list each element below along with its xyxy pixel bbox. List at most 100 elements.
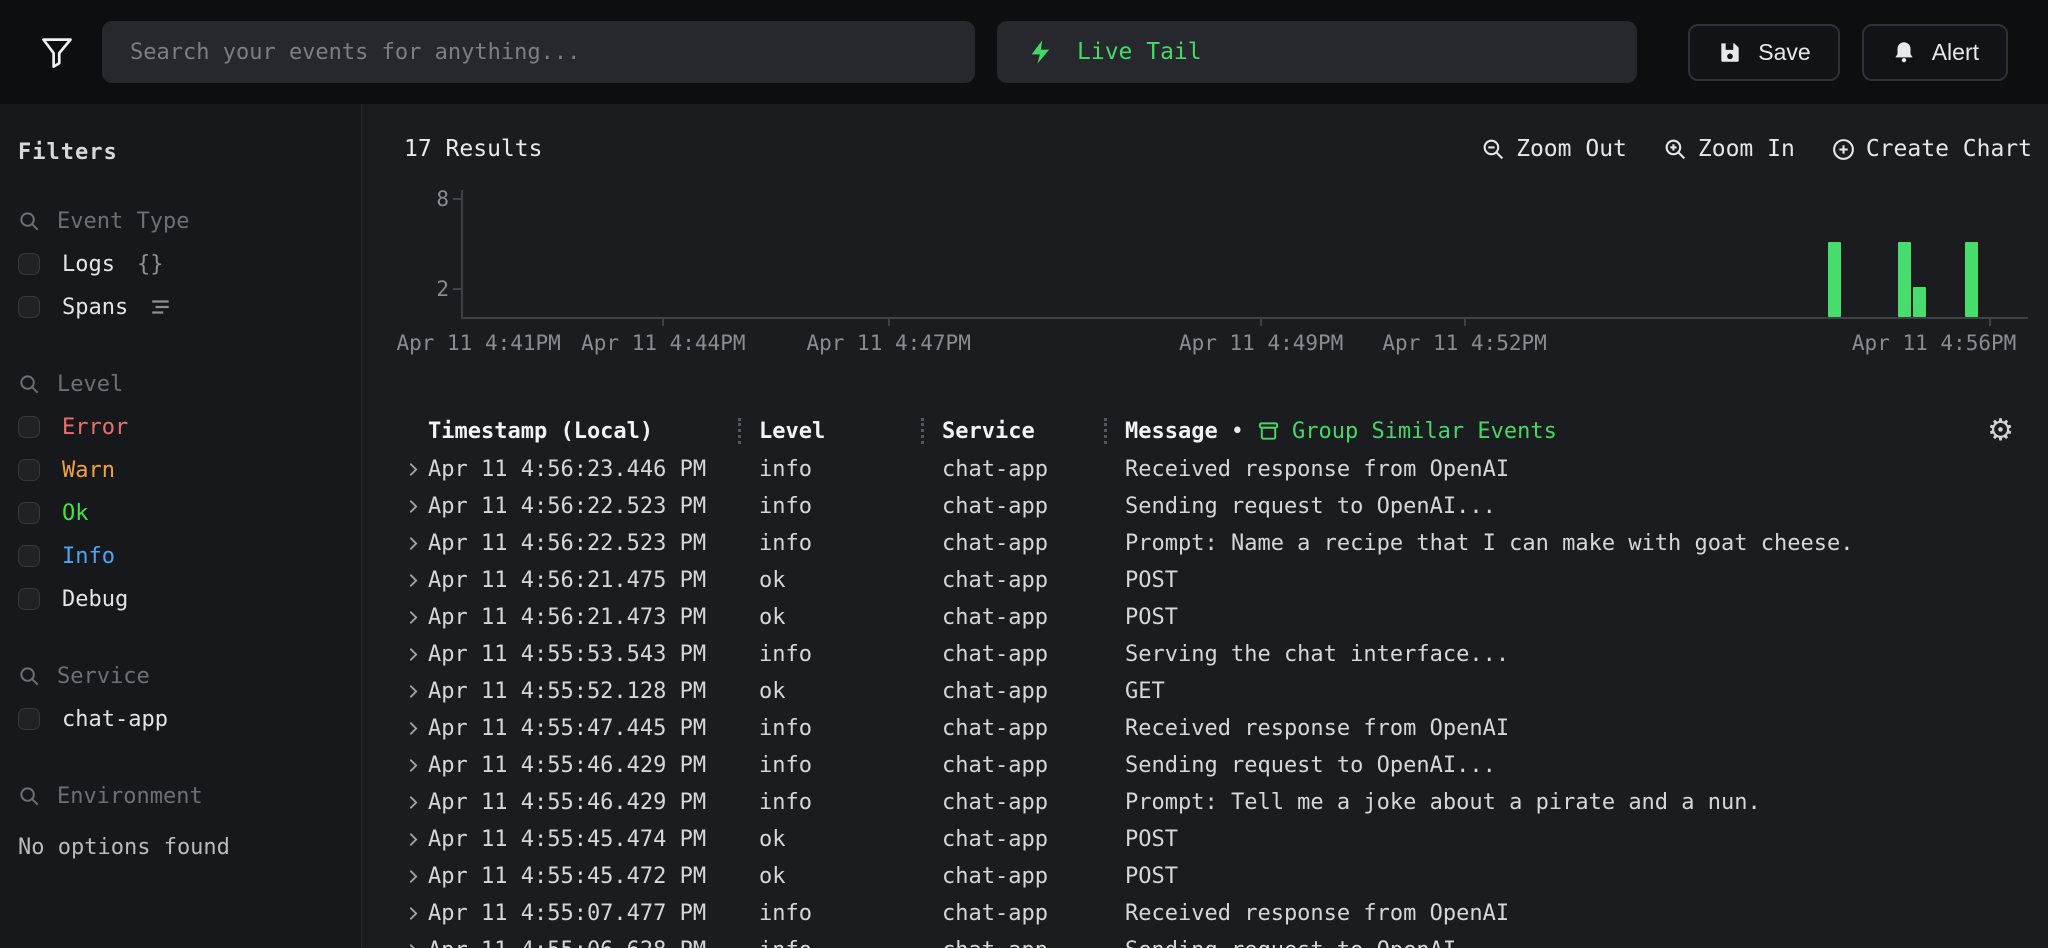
row-timestamp: Apr 11 4:55:07.477 PM [428, 901, 738, 926]
checkbox[interactable] [18, 296, 40, 318]
row-expand-chevron[interactable] [398, 866, 428, 887]
zoom-out-button[interactable]: Zoom Out [1481, 136, 1627, 162]
row-expand-chevron[interactable] [398, 459, 428, 480]
events-histogram[interactable]: 28 Apr 11 4:41PMApr 11 4:44PMApr 11 4:47… [362, 190, 2028, 319]
zoom-in-icon [1663, 137, 1688, 162]
row-expand-chevron[interactable] [398, 533, 428, 554]
x-tick-label: Apr 11 4:47PM [806, 331, 970, 355]
zoom-out-icon [1481, 137, 1506, 162]
checkbox[interactable] [18, 708, 40, 730]
table-row[interactable]: Apr 11 4:55:46.429 PM info chat-app Prom… [362, 784, 2048, 821]
row-expand-chevron[interactable] [398, 570, 428, 591]
row-expand-chevron[interactable] [398, 829, 428, 850]
filter-search-level[interactable]: Level [18, 372, 343, 397]
checkbox[interactable] [18, 416, 40, 438]
group-similar-events-button[interactable]: Group Similar Events [1257, 419, 1557, 444]
row-service: chat-app [921, 679, 1104, 704]
filter-funnel-icon[interactable] [34, 29, 80, 75]
row-service: chat-app [921, 864, 1104, 889]
table-row[interactable]: Apr 11 4:55:45.472 PM ok chat-app POST [362, 858, 2048, 895]
x-tick-mark [888, 317, 890, 326]
table-row[interactable]: Apr 11 4:55:47.445 PM info chat-app Rece… [362, 710, 2048, 747]
table-row[interactable]: Apr 11 4:55:06.628 PM info chat-app Send… [362, 932, 2048, 948]
histogram-bar[interactable] [1913, 287, 1926, 317]
table-row[interactable]: Apr 11 4:55:53.543 PM info chat-app Serv… [362, 636, 2048, 673]
row-level: info [738, 494, 921, 519]
row-level: info [738, 790, 921, 815]
chevron-right-icon [403, 644, 424, 665]
checkbox[interactable] [18, 588, 40, 610]
histogram-bar[interactable] [1965, 242, 1978, 317]
create-chart-button[interactable]: Create Chart [1831, 136, 2032, 162]
row-service: chat-app [921, 457, 1104, 482]
filter-item-debug[interactable]: Debug [18, 586, 343, 612]
row-expand-chevron[interactable] [398, 644, 428, 665]
row-expand-chevron[interactable] [398, 718, 428, 739]
row-message: Prompt: Tell me a joke about a pirate an… [1104, 790, 1968, 815]
histogram-bar[interactable] [1898, 242, 1911, 317]
save-button[interactable]: Save [1688, 24, 1839, 81]
archive-box-icon [1257, 420, 1280, 443]
table-row[interactable]: Apr 11 4:56:23.446 PM info chat-app Rece… [362, 451, 2048, 488]
row-expand-chevron[interactable] [398, 792, 428, 813]
row-message: GET [1104, 679, 1968, 704]
alert-button[interactable]: Alert [1862, 24, 2008, 81]
row-timestamp: Apr 11 4:55:45.474 PM [428, 827, 738, 852]
row-message: Sending request to OpenAI... [1104, 494, 1968, 519]
row-level: ok [738, 605, 921, 630]
table-row[interactable]: Apr 11 4:55:07.477 PM info chat-app Rece… [362, 895, 2048, 932]
filter-search-service[interactable]: Service [18, 664, 343, 689]
row-expand-chevron[interactable] [398, 607, 428, 628]
row-message: Sending request to OpenAI... [1104, 753, 1968, 778]
table-row[interactable]: Apr 11 4:55:45.474 PM ok chat-app POST [362, 821, 2048, 858]
row-expand-chevron[interactable] [398, 681, 428, 702]
histogram-bar[interactable] [1828, 242, 1841, 317]
filter-item-warn[interactable]: Warn [18, 457, 343, 483]
y-tick-mark [453, 198, 462, 200]
filter-item-error[interactable]: Error [18, 414, 343, 440]
filter-search-environment[interactable]: Environment [18, 784, 343, 809]
row-timestamp: Apr 11 4:56:22.523 PM [428, 494, 738, 519]
table-row[interactable]: Apr 11 4:56:22.523 PM info chat-app Send… [362, 488, 2048, 525]
row-message: Received response from OpenAI [1104, 716, 1968, 741]
filter-search-event-type[interactable]: Event Type [18, 209, 343, 234]
chart-plot-area: Apr 11 4:41PMApr 11 4:44PMApr 11 4:47PMA… [461, 190, 2028, 319]
row-level: info [738, 642, 921, 667]
table-row[interactable]: Apr 11 4:56:22.523 PM info chat-app Prom… [362, 525, 2048, 562]
row-level: info [738, 531, 921, 556]
table-row[interactable]: Apr 11 4:55:52.128 PM ok chat-app GET [362, 673, 2048, 710]
filter-group-environment: EnvironmentNo options found [18, 784, 343, 860]
checkbox[interactable] [18, 459, 40, 481]
row-expand-chevron[interactable] [398, 903, 428, 924]
filter-item-ok[interactable]: Ok [18, 500, 343, 526]
col-header-message: Message [1125, 419, 1218, 444]
results-header: 17 Results Zoom Out Zoom In [362, 132, 2048, 166]
live-tail-button[interactable]: Live Tail [997, 21, 1637, 83]
filter-item-chat-app[interactable]: chat-app [18, 706, 343, 732]
chevron-right-icon [403, 829, 424, 850]
zoom-in-button[interactable]: Zoom In [1663, 136, 1795, 162]
filter-item-logs[interactable]: Logs {} [18, 251, 343, 277]
chevron-right-icon [403, 607, 424, 628]
search-input[interactable] [102, 21, 975, 83]
table-row[interactable]: Apr 11 4:56:21.473 PM ok chat-app POST [362, 599, 2048, 636]
filter-item-info[interactable]: Info [18, 543, 343, 569]
row-expand-chevron[interactable] [398, 755, 428, 776]
search-icon [18, 665, 41, 688]
header-bullet: • [1231, 419, 1244, 444]
table-row[interactable]: Apr 11 4:55:46.429 PM info chat-app Send… [362, 747, 2048, 784]
checkbox[interactable] [18, 253, 40, 275]
braces-icon: {} [137, 252, 164, 277]
filter-item-spans[interactable]: Spans [18, 294, 343, 320]
table-settings-gear-icon[interactable]: ⚙ [1987, 416, 2048, 446]
row-timestamp: Apr 11 4:56:21.475 PM [428, 568, 738, 593]
checkbox[interactable] [18, 502, 40, 524]
search-icon [18, 785, 41, 808]
bell-icon [1891, 39, 1917, 65]
row-message: POST [1104, 605, 1968, 630]
table-row[interactable]: Apr 11 4:56:21.475 PM ok chat-app POST [362, 562, 2048, 599]
row-expand-chevron[interactable] [398, 940, 428, 948]
chevron-right-icon [403, 940, 424, 948]
checkbox[interactable] [18, 545, 40, 567]
row-expand-chevron[interactable] [398, 496, 428, 517]
